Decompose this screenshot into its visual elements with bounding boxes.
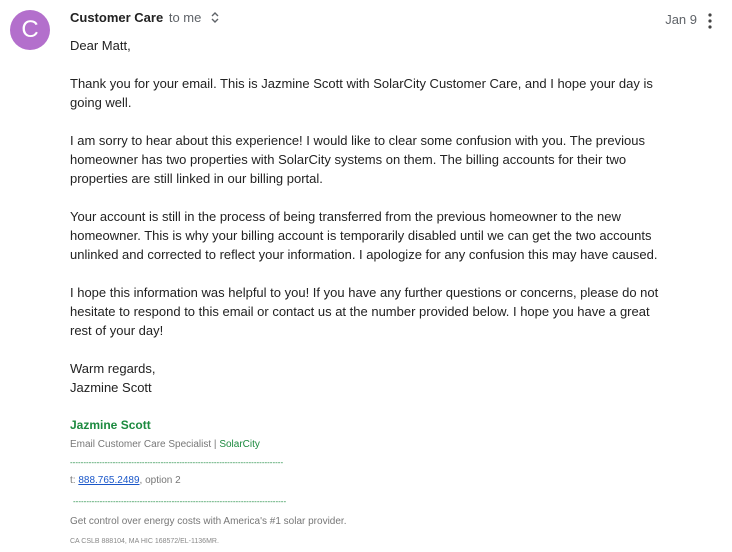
message-date: Jan 9 [665, 12, 697, 27]
body-paragraph: I am sorry to hear about this experience… [70, 133, 645, 186]
signature-divider: ----------------------------------------… [70, 458, 284, 467]
body-paragraph: Your account is still in the process of … [70, 209, 658, 262]
body-paragraph: I hope this information was helpful to y… [70, 285, 659, 338]
signature-phone: t: 888.765.2489, option 2 [70, 474, 670, 488]
expand-details-icon[interactable] [211, 11, 219, 26]
signature-company: SolarCity [219, 439, 260, 450]
message-header: Customer Care to me Jan 9 [70, 10, 722, 30]
phone-suffix: , option 2 [139, 475, 181, 486]
email-signature: Jazmine Scott Email Customer Care Specia… [70, 416, 670, 547]
message-body: Dear Matt, Thank you for your email. Thi… [70, 36, 665, 397]
signature-name: Jazmine Scott [70, 418, 151, 432]
closing: Warm regards, [70, 361, 156, 376]
body-paragraph: Thank you for your email. This is Jazmin… [70, 76, 653, 110]
signature-tagline: Get control over energy costs with Ameri… [70, 516, 347, 527]
signature-role: Email Customer Care Specialist | [70, 439, 220, 450]
sender-avatar[interactable]: C [10, 10, 50, 50]
signature-license: CA CSLB 888104, MA HIC 168572/EL-1136MR. [70, 538, 219, 545]
more-vert-icon[interactable] [704, 12, 716, 30]
sender-name[interactable]: Customer Care [70, 10, 163, 25]
recipient-label: to me [168, 10, 202, 25]
greeting: Dear Matt, [70, 38, 131, 53]
phone-link[interactable]: 888.765.2489 [78, 475, 139, 486]
signature-title: Email Customer Care Specialist | SolarCi… [70, 438, 670, 452]
closing-name: Jazmine Scott [70, 380, 152, 395]
signature-divider: ----------------------------------------… [73, 497, 287, 506]
